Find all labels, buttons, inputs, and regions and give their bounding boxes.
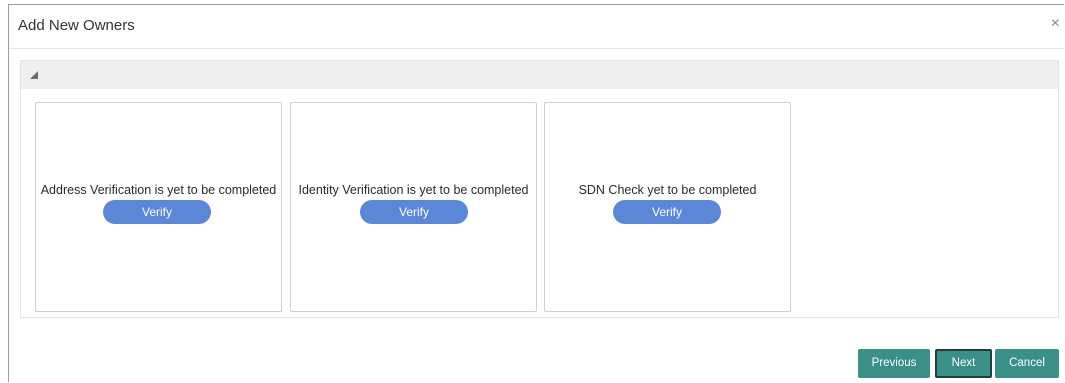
section-header-bar bbox=[21, 61, 1058, 89]
address-verification-message: Address Verification is yet to be comple… bbox=[40, 183, 277, 197]
dialog-header: Add New Owners bbox=[9, 5, 1064, 49]
sdn-verify-button[interactable]: Verify bbox=[613, 200, 721, 224]
cancel-button[interactable]: Cancel bbox=[995, 349, 1059, 378]
collapse-triangle-icon[interactable] bbox=[30, 71, 38, 79]
identity-verification-card: Identity Verification is yet to be compl… bbox=[290, 102, 537, 312]
sdn-check-message: SDN Check yet to be completed bbox=[578, 183, 757, 197]
dialog-title: Add New Owners bbox=[18, 17, 135, 34]
previous-button[interactable]: Previous bbox=[858, 349, 930, 378]
close-icon[interactable]: × bbox=[1051, 16, 1060, 32]
address-verification-card: Address Verification is yet to be comple… bbox=[35, 102, 282, 312]
verification-section: Address Verification is yet to be comple… bbox=[20, 60, 1059, 318]
sdn-check-card: SDN Check yet to be completed Verify bbox=[544, 102, 791, 312]
identity-verify-button[interactable]: Verify bbox=[360, 200, 468, 224]
add-new-owners-dialog: Add New Owners × Address Verification is… bbox=[8, 4, 1064, 382]
identity-verification-message: Identity Verification is yet to be compl… bbox=[298, 183, 529, 197]
next-button[interactable]: Next bbox=[935, 349, 992, 378]
address-verify-button[interactable]: Verify bbox=[103, 200, 211, 224]
